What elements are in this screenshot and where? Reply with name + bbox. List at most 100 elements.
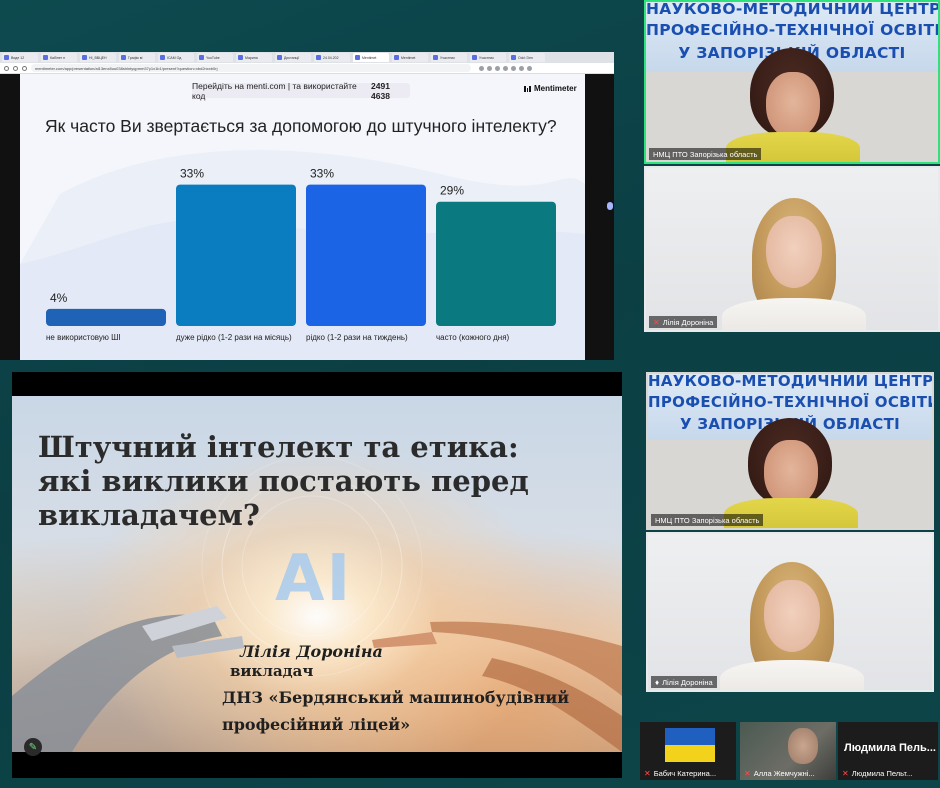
bar-value-label: 4%	[50, 291, 68, 305]
participant-name-label: НМЦ ПТО Запорізька область	[651, 514, 764, 526]
participant-face	[766, 216, 822, 288]
chart-bar	[176, 184, 296, 326]
author-info: Лілія Дороніна викладач ДНЗ «Бердянський…	[222, 642, 569, 734]
participant-body	[720, 660, 864, 690]
tab-favicon-icon	[238, 55, 243, 60]
extension-icon[interactable]	[479, 65, 484, 71]
video-tile-host-bottom[interactable]: НАУКОВО-МЕТОДИЧНИЙ ЦЕНТР ПРОФЕСІЙНО-ТЕХН…	[646, 372, 934, 530]
extension-icons	[479, 65, 532, 71]
chart-bar	[306, 184, 426, 326]
extension-icon[interactable]	[519, 65, 524, 71]
reload-icon[interactable]	[22, 65, 27, 71]
participant-name-label: НМЦ ПТО Запорізька область	[649, 148, 762, 160]
browser-tab[interactable]: Марина	[236, 53, 272, 62]
mic-muted-icon: ✕	[744, 769, 751, 778]
browser-address-bar: mentimeter.com/app/presentation/al13enx8…	[0, 63, 614, 74]
participant-name-label: ✕ Алла Жемчужні...	[744, 769, 815, 778]
participant-display-name: Людмила Пель...	[844, 742, 936, 754]
gallery-tile-1[interactable]: ✕ Бабич Катерина...	[640, 722, 736, 780]
share-control-icon[interactable]	[607, 202, 613, 210]
browser-tab-strip: Виде 12 Кабінет н НІ_ВВЦЕН Графік вi ІСАМ Од…	[0, 52, 614, 63]
browser-tab-label: Графік вi	[128, 55, 143, 60]
browser-tab-label: Mentimet	[401, 55, 416, 60]
forward-icon[interactable]	[13, 65, 18, 71]
organization-line-1: ДНЗ «Бердянський машинобудівний	[222, 688, 570, 707]
browser-tab[interactable]: Графік вi	[119, 53, 155, 62]
mic-icon: ♦	[655, 677, 660, 687]
browser-tab-label: ІСАМ Од	[167, 55, 182, 60]
ai-graphic-text: AI	[275, 542, 353, 616]
participant-face	[766, 72, 820, 138]
video-tile-guest-top[interactable]: ✕ Лілія Дороніна	[644, 166, 940, 332]
tab-favicon-icon	[277, 55, 282, 60]
extension-icon[interactable]	[511, 65, 516, 71]
banner-line-2: ПРОФЕСІЙНО-ТЕХНІЧНОЇ ОСВІТИ	[648, 393, 934, 411]
tab-favicon-icon	[43, 55, 48, 60]
browser-tab[interactable]: ІСАМ Од	[158, 53, 194, 62]
browser-tab[interactable]: 24.04.202	[314, 53, 350, 62]
browser-tab-label: НІ_ВВЦЕН	[89, 55, 107, 60]
chart-bar	[46, 308, 166, 326]
screen-share-browser: Виде 12 Кабінет н НІ_ВВЦЕН Графік вi ІСАМ Од…	[0, 52, 614, 360]
bar-category-label: не використовую ШІ	[46, 333, 121, 342]
browser-tab-label: Марина	[245, 55, 258, 60]
browser-tab[interactable]: НІ_ВВЦЕН	[80, 53, 116, 62]
browser-tab[interactable]: Кабінет н	[41, 53, 77, 62]
bar-category-label: дуже рідко (1-2 рази на місяць)	[176, 333, 292, 342]
tab-favicon-icon	[433, 55, 438, 60]
browser-tab[interactable]: Odd: Den	[509, 53, 545, 62]
browser-tab[interactable]: YouTube	[197, 53, 233, 62]
tab-favicon-icon	[472, 55, 477, 60]
extension-icon[interactable]	[487, 65, 492, 71]
video-tile-host-top[interactable]: НАУКОВО-МЕТОДИЧНИЙ ЦЕНТР ПРОФЕСІЙНО-ТЕХН…	[644, 0, 940, 164]
mic-muted-icon: ✕	[842, 769, 849, 778]
slide-title: Штучний інтелект та етика: які виклики п…	[38, 430, 529, 532]
extension-icon[interactable]	[495, 65, 500, 71]
tab-favicon-icon	[394, 55, 399, 60]
results-bar-chart: 4% не використовую ШІ 33% дуже рідко (1-2 р…	[46, 167, 556, 342]
video-tile-guest-bottom[interactable]: ♦ Лілія Дороніна	[646, 532, 934, 692]
ukraine-flag-icon	[665, 728, 715, 762]
author-name: Лілія Дороніна	[240, 642, 383, 661]
browser-tab-label: 24.04.202	[323, 55, 339, 60]
screen-share-presentation: AI Штучний інтелект та етика: які виклик…	[12, 372, 622, 778]
gallery-tile-3[interactable]: Людмила Пель... ✕ Людмила Пельт...	[838, 722, 938, 780]
participant-name-label: ✕ Лілія Дороніна	[649, 316, 718, 328]
participant-body	[722, 298, 866, 330]
participant-face	[764, 440, 818, 506]
gallery-tile-2[interactable]: ✕ Алла Жемчужні...	[740, 722, 836, 780]
browser-tab-label: Odd: Den	[518, 55, 533, 60]
bar-category-label: часто (кожного дня)	[436, 333, 510, 342]
bar-value-label: 33%	[180, 167, 204, 181]
organization-line-2: професійний ліцей»	[222, 715, 411, 734]
browser-tab-label: Участник	[440, 55, 455, 60]
participant-face	[764, 580, 820, 652]
tab-favicon-icon	[121, 55, 126, 60]
browser-tab[interactable]: Виде 12	[2, 53, 38, 62]
author-role: викладач	[230, 662, 314, 680]
browser-tab-label: Кабінет н	[50, 55, 66, 60]
browser-tab[interactable]: Дистанції	[275, 53, 311, 62]
extension-icon[interactable]	[503, 65, 508, 71]
profile-avatar-icon[interactable]	[527, 65, 532, 71]
browser-tab[interactable]: Mentimet	[392, 53, 428, 62]
tab-favicon-icon	[316, 55, 321, 60]
mentimeter-slide: Перейдіть на menti.com | та використайте…	[20, 74, 585, 360]
browser-tab-label: Участник	[479, 55, 494, 60]
banner-line-1: НАУКОВО-МЕТОДИЧНИЙ ЦЕНТР	[646, 0, 940, 18]
browser-tab-label: Дистанції	[284, 55, 300, 60]
browser-tab-label: Mentimet	[362, 55, 377, 60]
participant-name-label: ✕ Людмила Пельт...	[842, 769, 913, 778]
browser-tab-label: YouTube	[206, 55, 220, 60]
url-field[interactable]: mentimeter.com/app/presentation/al13enx8…	[31, 64, 471, 72]
tab-favicon-icon	[4, 55, 9, 60]
annotate-pen-icon[interactable]: ✎	[24, 738, 42, 756]
browser-tab[interactable]: Участник	[470, 53, 506, 62]
mic-muted-icon: ✕	[644, 769, 651, 778]
banner-line-2: ПРОФЕСІЙНО-ТЕХНІЧНОЇ ОСВІТИ	[646, 21, 940, 39]
back-icon[interactable]	[4, 65, 9, 71]
browser-tab[interactable]: Mentimet	[353, 53, 389, 62]
browser-tab[interactable]: Участник	[431, 53, 467, 62]
participant-face	[788, 728, 818, 764]
participant-name-label: ✕ Бабич Катерина...	[644, 769, 717, 778]
